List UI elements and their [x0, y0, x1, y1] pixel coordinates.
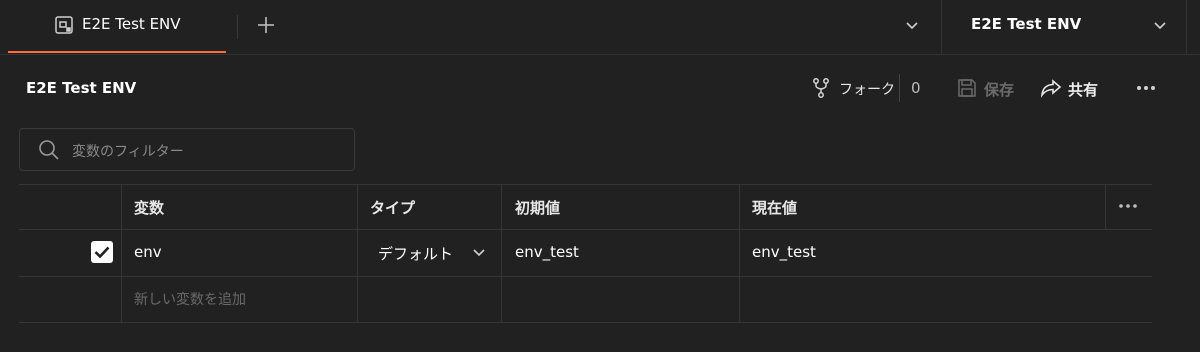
search-icon — [37, 138, 61, 162]
new-tab-plus-icon[interactable] — [254, 13, 278, 37]
variable-name-cell[interactable]: env — [134, 243, 162, 261]
page-title: E2E Test ENV — [26, 79, 137, 97]
row-enabled-checkbox[interactable] — [91, 241, 113, 263]
save-icon — [956, 77, 978, 99]
table-bottom-border — [19, 322, 1152, 323]
fork-count: 0 — [911, 79, 921, 97]
column-divider — [121, 184, 122, 323]
environment-icon — [54, 15, 74, 35]
tab-divider — [237, 15, 238, 39]
column-divider — [1105, 184, 1106, 229]
tabs-dropdown-chevron-down-icon[interactable] — [902, 15, 922, 35]
current-value-cell[interactable]: env_test — [752, 243, 816, 261]
table-header-border — [19, 229, 1152, 230]
active-tab-indicator — [8, 51, 226, 53]
add-new-variable-input[interactable]: 新しい変数を追加 — [134, 289, 246, 309]
column-header-initial-value: 初期値 — [515, 199, 561, 217]
column-header-type: タイプ — [370, 199, 416, 217]
environment-selector[interactable]: E2E Test ENV — [971, 15, 1081, 33]
search-placeholder: 変数のフィルター — [72, 144, 184, 160]
initial-value-cell[interactable]: env_test — [515, 243, 579, 261]
column-header-variable: 変数 — [134, 199, 165, 217]
table-top-border — [19, 184, 1152, 185]
environment-chevron-down-icon[interactable] — [1150, 15, 1170, 35]
fork-button[interactable]: フォーク — [839, 79, 895, 99]
env-divider — [941, 0, 942, 54]
column-header-current-value: 現在値 — [752, 199, 798, 217]
table-more-options-icon[interactable] — [1116, 196, 1140, 216]
table-row-border — [19, 276, 1152, 277]
variable-filter-input[interactable] — [19, 128, 355, 171]
column-divider — [357, 184, 358, 323]
share-arrow-icon[interactable] — [1040, 78, 1062, 98]
fork-divider — [899, 74, 900, 102]
share-button[interactable]: 共有 — [1068, 79, 1098, 100]
tab-label: E2E Test ENV — [82, 15, 181, 33]
fork-icon[interactable] — [810, 77, 832, 99]
save-button[interactable]: 保存 — [984, 79, 1014, 100]
column-divider — [739, 184, 740, 323]
column-divider — [501, 184, 502, 323]
type-chevron-down-icon[interactable] — [470, 243, 488, 261]
more-options-icon[interactable] — [1133, 78, 1159, 98]
right-divider — [1186, 0, 1187, 54]
variable-type-select[interactable]: デフォルト — [378, 243, 453, 264]
